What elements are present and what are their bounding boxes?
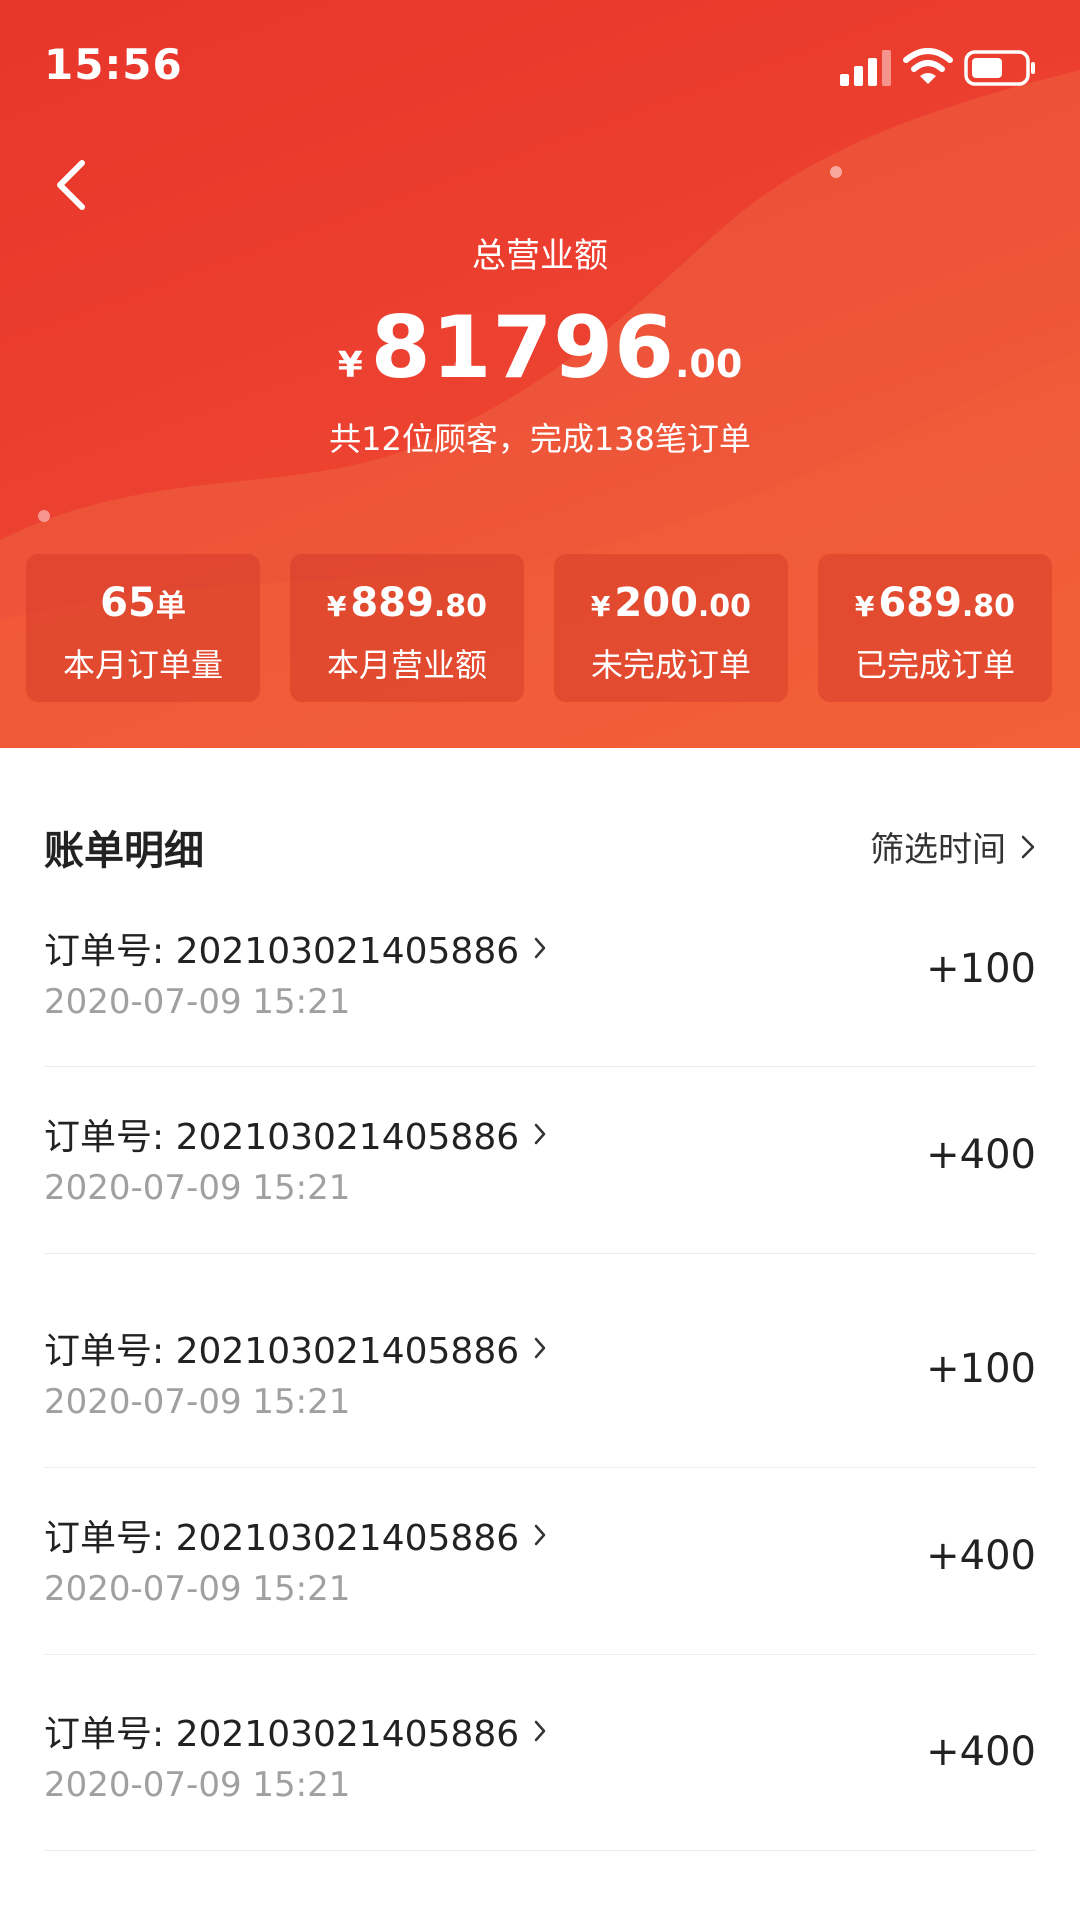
stat-label: 本月营业额 [326,646,487,684]
total-revenue-label: 总营业额 [472,236,608,276]
bill-row[interactable]: 订单号: 202103021405886 2020-07-09 15:21 +4… [44,1108,1036,1228]
order-date: 2020-07-09 15:21 [44,1569,351,1609]
status-icons [838,48,1038,88]
status-bar: 15:56 [0,0,1080,130]
stat-decimal: .80 [961,589,1016,624]
stat-completed-orders[interactable]: ¥689.80 已完成订单 [818,554,1052,702]
chevron-right-icon [534,937,546,959]
wifi-icon [903,48,953,84]
stat-decimal: .00 [697,589,752,624]
stat-label: 本月订单量 [62,646,223,684]
stat-unit: 单 [155,589,186,624]
filter-time-label: 筛选时间 [870,830,1006,870]
order-number: 订单号: 202103021405886 [44,1117,520,1158]
stat-monthly-orders[interactable]: 65单 本月订单量 [26,554,260,702]
stat-incomplete-orders[interactable]: ¥200.00 未完成订单 [554,554,788,702]
divider [44,1654,1036,1655]
order-number-link[interactable]: 订单号: 202103021405886 [44,1705,547,1757]
bill-row[interactable]: 订单号: 202103021405886 2020-07-09 15:21 +1… [44,1322,1036,1442]
chevron-right-icon [534,1720,546,1742]
chevron-left-icon [57,160,85,210]
stat-decimal: .80 [433,589,488,624]
order-date: 2020-07-09 15:21 [44,1765,351,1805]
order-amount: +400 [926,1729,1036,1775]
order-number-link[interactable]: 订单号: 202103021405886 [44,1322,547,1374]
order-number: 订单号: 202103021405886 [44,931,520,972]
order-date: 2020-07-09 15:21 [44,1382,351,1422]
bill-row[interactable]: 订单号: 202103021405886 2020-07-09 15:21 +4… [44,1705,1036,1825]
signal-icon [840,50,891,86]
order-number: 订单号: 202103021405886 [44,1714,520,1755]
stat-currency: ¥ [326,590,347,623]
order-number-link[interactable]: 订单号: 202103021405886 [44,1509,547,1561]
battery-icon [964,50,1035,86]
order-amount: +400 [926,1132,1036,1178]
divider [44,1066,1036,1067]
order-number: 订单号: 202103021405886 [44,1331,520,1372]
order-amount: +100 [926,1346,1036,1392]
currency-symbol: ¥ [337,345,363,386]
order-date: 2020-07-09 15:21 [44,1168,351,1208]
header-banner: 15:56 总营业额 ¥81796.00 共12位顾客，完成138笔订单 65单… [0,0,1080,748]
divider [44,1467,1036,1468]
bill-details-title: 账单明细 [44,828,204,874]
stat-value: 65 [100,580,156,626]
stat-label: 已完成订单 [854,646,1015,684]
filter-time-button[interactable]: 筛选时间 [870,822,1036,871]
order-amount: +400 [926,1533,1036,1579]
chevron-right-icon [534,1337,546,1359]
stat-label: 未完成订单 [590,646,751,684]
chevron-right-icon [534,1524,546,1546]
customer-order-summary: 共12位顾客，完成138笔订单 [329,420,751,458]
order-date: 2020-07-09 15:21 [44,982,351,1022]
divider [44,1850,1036,1851]
stat-currency: ¥ [854,590,875,623]
bill-row[interactable]: 订单号: 202103021405886 2020-07-09 15:21 +4… [44,1509,1036,1629]
amount-decimal: .00 [674,342,743,386]
back-button[interactable] [30,145,110,225]
status-time: 15:56 [44,40,183,89]
chevron-right-icon [534,1123,546,1145]
amount-integer: 81796 [370,298,675,398]
chevron-right-icon [1021,835,1035,858]
stat-currency: ¥ [590,590,611,623]
stat-monthly-revenue[interactable]: ¥889.80 本月营业额 [290,554,524,702]
order-number-link[interactable]: 订单号: 202103021405886 [44,922,547,974]
stat-value: 200 [614,580,698,626]
order-number-link[interactable]: 订单号: 202103021405886 [44,1108,547,1160]
order-number: 订单号: 202103021405886 [44,1518,520,1559]
order-amount: +100 [926,946,1036,992]
stat-value: 689 [878,580,962,626]
divider [44,1253,1036,1254]
bill-row[interactable]: 订单号: 202103021405886 2020-07-09 15:21 +1… [44,922,1036,1042]
stat-value: 889 [350,580,434,626]
total-revenue-amount: ¥81796.00 [0,298,1080,398]
